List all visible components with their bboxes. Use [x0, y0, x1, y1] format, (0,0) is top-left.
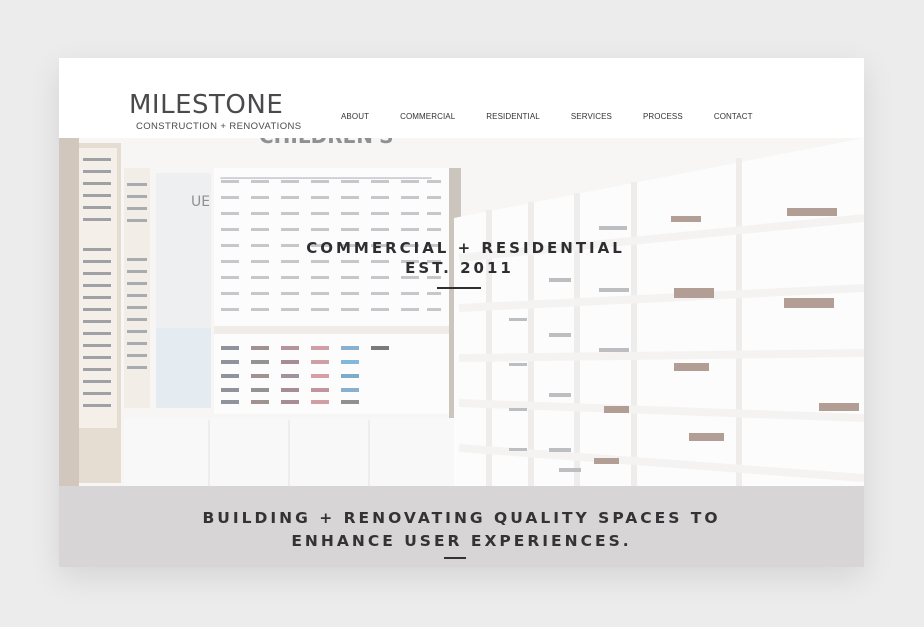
- hero-divider: [437, 287, 481, 289]
- hero-banner: UE CHILDREN'S: [59, 138, 864, 486]
- hero-overlay: [59, 138, 864, 486]
- tagline-line-2: ENHANCE USER EXPERIENCES.: [291, 532, 632, 550]
- nav-contact[interactable]: CONTACT: [714, 112, 753, 121]
- website-frame: MILESTONE CONSTRUCTION + RENOVATIONS ABO…: [59, 58, 864, 567]
- nav-services[interactable]: SERVICES: [571, 112, 612, 121]
- hero-subheading: EST. 2011: [405, 259, 514, 277]
- logo[interactable]: MILESTONE CONSTRUCTION + RENOVATIONS: [129, 91, 319, 133]
- nav-about[interactable]: ABOUT: [341, 112, 369, 121]
- site-header: MILESTONE CONSTRUCTION + RENOVATIONS ABO…: [59, 58, 864, 138]
- tagline-band: BUILDING + RENOVATING QUALITY SPACES TO …: [59, 486, 864, 567]
- nav-commercial[interactable]: COMMERCIAL: [400, 112, 455, 121]
- logo-tagline: CONSTRUCTION + RENOVATIONS: [136, 121, 302, 132]
- tagline-line-1: BUILDING + RENOVATING QUALITY SPACES TO: [202, 509, 721, 527]
- main-nav: ABOUT COMMERCIAL RESIDENTIAL SERVICES PR…: [341, 112, 753, 121]
- nav-process[interactable]: PROCESS: [643, 112, 683, 121]
- nav-residential[interactable]: RESIDENTIAL: [486, 112, 540, 121]
- hero-heading: COMMERCIAL + RESIDENTIAL: [306, 239, 625, 257]
- logo-wordmark: MILESTONE: [129, 90, 284, 120]
- tagline-divider: [444, 557, 466, 559]
